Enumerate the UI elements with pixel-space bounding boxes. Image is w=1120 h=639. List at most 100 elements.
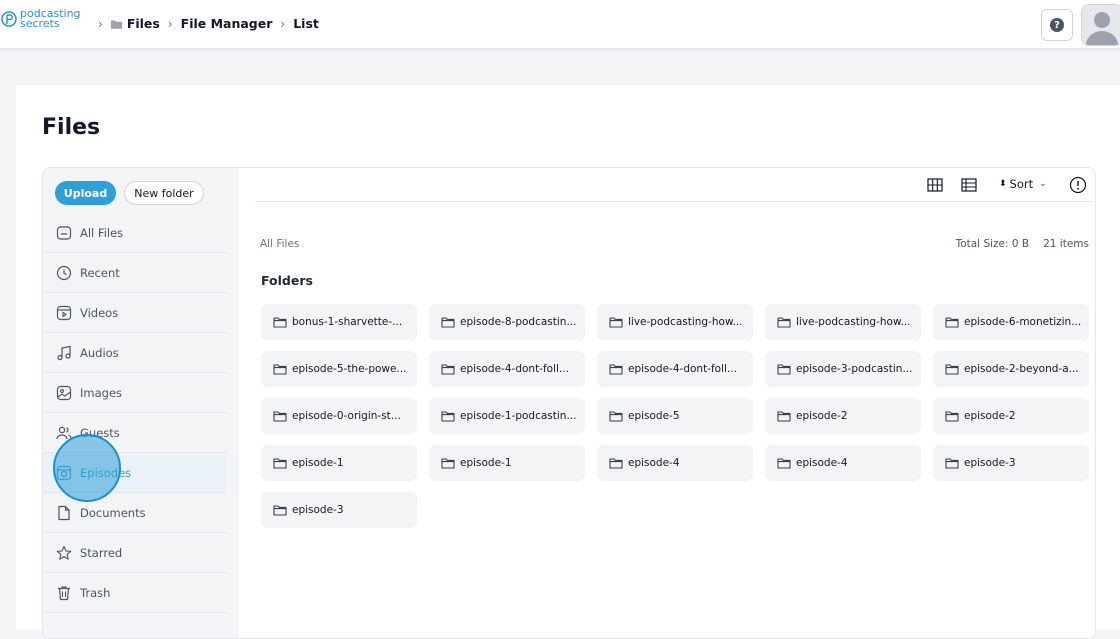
folder-tile[interactable]: episode-1 [261, 445, 417, 481]
folder-icon [945, 411, 959, 422]
sort-arrows-icon: ⬍ [999, 179, 1007, 189]
clock-icon [56, 265, 72, 280]
folder-icon [441, 411, 455, 422]
list-view-icon[interactable] [961, 177, 977, 193]
folder-icon [777, 458, 791, 469]
help-button[interactable]: ? [1041, 9, 1073, 41]
folder-name: live-podcasting-how... [796, 316, 911, 328]
breadcrumb-list[interactable]: List [293, 16, 319, 31]
folder-tile[interactable]: episode-2 [765, 398, 921, 434]
folder-tile[interactable]: bonus-1-sharvette-... [261, 304, 417, 340]
all-files-icon [56, 225, 72, 240]
sort-label: Sort [1009, 177, 1034, 191]
folder-icon [609, 411, 623, 422]
file-browser: Upload New folder All Files Recent Video… [42, 167, 1096, 639]
folder-icon [945, 317, 959, 328]
folder-name: episode-4 [796, 457, 848, 469]
folder-tile[interactable]: episode-5 [597, 398, 753, 434]
folder-tile[interactable]: episode-5-the-powe... [261, 351, 417, 387]
folder-tile[interactable]: episode-4 [597, 445, 753, 481]
video-icon [56, 305, 72, 320]
sidebar-item-label: All Files [80, 225, 124, 240]
folders-heading: Folders [261, 273, 313, 288]
folder-name: episode-5-the-powe... [292, 363, 407, 375]
folder-tile[interactable]: episode-2 [933, 398, 1089, 434]
folder-icon [609, 458, 623, 469]
folder-icon [273, 411, 287, 422]
folder-name: episode-3 [964, 457, 1016, 469]
current-path: All Files [260, 238, 300, 250]
folder-name: episode-2 [796, 410, 848, 422]
sidebar-item-all-files[interactable]: All Files [43, 213, 226, 253]
chevron-down-icon: ⌄ [1039, 179, 1047, 189]
logo[interactable]: podcasting secrets [0, 8, 81, 30]
folder-tile[interactable]: episode-6-monetizin... [933, 304, 1089, 340]
folder-icon [441, 364, 455, 375]
sidebar-item-recent[interactable]: Recent [43, 253, 226, 293]
sidebar-item-images[interactable]: Images [43, 373, 226, 413]
sidebar-item-guests[interactable]: Guests [43, 413, 226, 453]
grid-view-icon[interactable] [927, 177, 943, 193]
storage-summary: Total Size: 0 B 21 items [942, 238, 1089, 250]
folder-icon [609, 317, 623, 328]
user-avatar-icon [1082, 5, 1120, 45]
new-folder-button[interactable]: New folder [124, 181, 204, 205]
top-bar: podcasting secrets › Files › File Manage… [0, 0, 1120, 49]
folder-name: episode-5 [628, 410, 680, 422]
sidebar-item-label: Trash [80, 585, 111, 600]
folder-name: episode-3-podcastin... [796, 363, 913, 375]
avatar[interactable] [1081, 4, 1120, 46]
info-icon[interactable] [1069, 176, 1087, 194]
folder-tile[interactable]: episode-4-dont-foll... [597, 351, 753, 387]
file-content: ⬍ Sort ⌄ All Files Total Size: 0 B 21 ite… [255, 168, 1093, 638]
folder-tile[interactable]: episode-0-origin-st... [261, 398, 417, 434]
folder-icon [945, 458, 959, 469]
folder-name: bonus-1-sharvette-... [292, 316, 403, 328]
folder-tile[interactable]: episode-4-dont-foll... [429, 351, 585, 387]
breadcrumb-files[interactable]: Files [127, 16, 160, 31]
logo-text-line2: secrets [20, 17, 60, 30]
upload-button[interactable]: Upload [55, 181, 116, 205]
sidebar-nav: All Files Recent Videos Audios Images Gu… [43, 213, 239, 613]
folder-tile[interactable]: episode-3-podcastin... [765, 351, 921, 387]
breadcrumb-file-manager[interactable]: File Manager [181, 16, 273, 31]
sidebar-item-starred[interactable]: Starred [43, 533, 226, 573]
sidebar-item-label: Recent [80, 265, 120, 280]
sidebar-item-audios[interactable]: Audios [43, 333, 226, 373]
item-count: 21 items [1043, 238, 1089, 250]
folder-tile[interactable]: episode-3 [261, 492, 417, 528]
folder-name: episode-6-monetizin... [964, 316, 1082, 328]
sort-dropdown[interactable]: ⬍ Sort ⌄ [999, 177, 1047, 191]
files-page: Files Upload New folder All Files Recent… [16, 85, 1120, 639]
toolbar: ⬍ Sort ⌄ [255, 168, 1093, 202]
folder-tile[interactable]: live-podcasting-how... [765, 304, 921, 340]
folder-icon [609, 364, 623, 375]
folder-tile[interactable]: live-podcasting-how... [597, 304, 753, 340]
sidebar-item-trash[interactable]: Trash [43, 573, 226, 613]
sidebar-item-videos[interactable]: Videos [43, 293, 226, 333]
folder-icon [110, 20, 122, 29]
folder-name: episode-2 [964, 410, 1016, 422]
sidebar-item-label: Images [80, 385, 123, 400]
folder-name: episode-1 [292, 457, 344, 469]
chevron-right-icon: › [280, 16, 286, 31]
folder-icon [441, 317, 455, 328]
folder-tile[interactable]: episode-8-podcastin... [429, 304, 585, 340]
sidebar-item-label: Episodes [80, 465, 132, 480]
folder-name: episode-4-dont-foll... [628, 363, 737, 375]
sidebar-item-episodes[interactable]: Episodes [43, 453, 226, 493]
folder-icon [273, 317, 287, 328]
folder-name: episode-1 [460, 457, 512, 469]
episode-icon [56, 465, 72, 480]
folder-tile[interactable]: episode-1 [429, 445, 585, 481]
folder-icon [945, 364, 959, 375]
folder-icon [777, 411, 791, 422]
folder-name: episode-0-origin-st... [292, 410, 401, 422]
folder-tile[interactable]: episode-1-podcastin... [429, 398, 585, 434]
folder-tile[interactable]: episode-3 [933, 445, 1089, 481]
total-size: Total Size: 0 B [955, 238, 1030, 250]
sidebar-item-documents[interactable]: Documents [43, 493, 226, 533]
folder-tile[interactable]: episode-2-beyond-a... [933, 351, 1089, 387]
page-title: Files [42, 115, 101, 140]
folder-tile[interactable]: episode-4 [765, 445, 921, 481]
